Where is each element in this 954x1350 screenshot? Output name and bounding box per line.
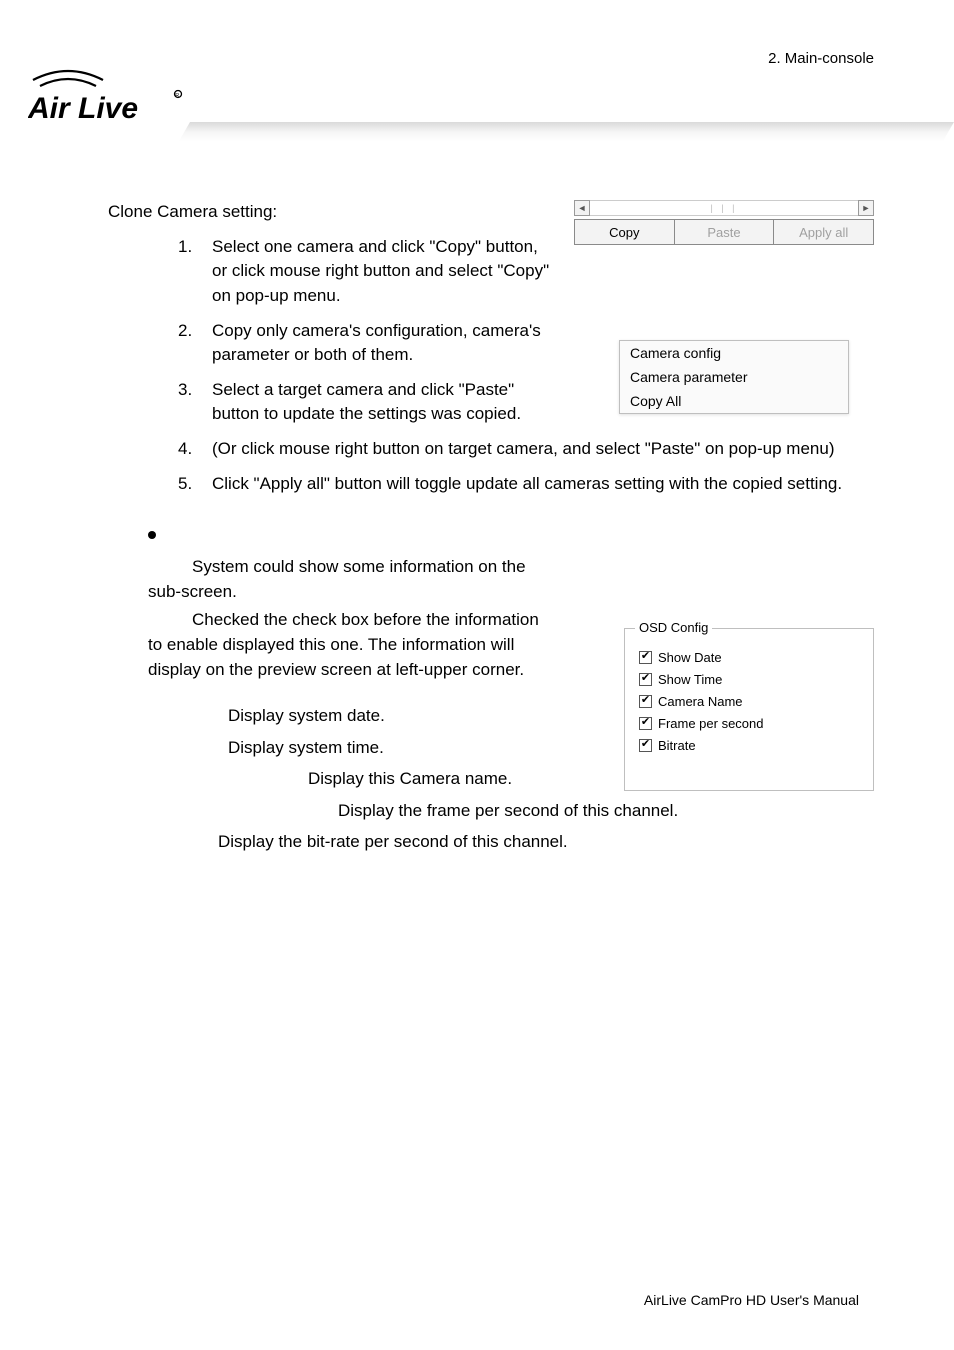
- svg-text:Air Live: Air Live: [28, 92, 138, 125]
- desc-bitrate: Display the bit-rate per second of this …: [218, 826, 854, 857]
- context-menu: Camera config Camera parameter Copy All: [619, 340, 849, 414]
- checkbox-show-time-row[interactable]: Show Time: [639, 672, 859, 687]
- osd-bullet: [148, 522, 854, 547]
- osd-text: display on the preview screen at left-up…: [148, 660, 524, 679]
- svg-text:R: R: [175, 93, 179, 99]
- logo: Air Live R: [28, 68, 188, 128]
- footer-manual-title: AirLive CamPro HD User's Manual: [644, 1292, 859, 1308]
- osd-paragraph-2: Checked the check box before the informa…: [148, 608, 618, 682]
- step-1: Select one camera and click "Copy" butto…: [212, 235, 552, 309]
- step-5: Click "Apply all" button will toggle upd…: [212, 472, 854, 497]
- copy-button[interactable]: Copy: [574, 219, 675, 245]
- breadcrumb: 2. Main-console: [768, 50, 874, 67]
- checkbox-icon[interactable]: [639, 673, 652, 686]
- osd-text: System could show some information on th…: [148, 555, 618, 580]
- checkbox-frame-per-second-row[interactable]: Frame per second: [639, 716, 859, 731]
- osd-config-title: OSD Config: [635, 620, 712, 635]
- list-number: 3.: [178, 378, 212, 427]
- list-number: 4.: [178, 437, 212, 462]
- scroll-track[interactable]: | | |: [590, 200, 858, 216]
- scroll-left-icon[interactable]: ◄: [574, 200, 590, 216]
- scroll-strip: ◄ | | | ►: [574, 200, 874, 216]
- list-number: 5.: [178, 472, 212, 497]
- list-number: 2.: [178, 319, 212, 368]
- copy-paste-toolbar: ◄ | | | ► Copy Paste Apply all: [574, 200, 874, 245]
- checkbox-icon[interactable]: [639, 717, 652, 730]
- bullet-icon: [148, 531, 156, 539]
- step-3: Select a target camera and click "Paste"…: [212, 378, 552, 427]
- apply-all-button[interactable]: Apply all: [774, 219, 874, 245]
- checkbox-bitrate-row[interactable]: Bitrate: [639, 738, 859, 753]
- osd-text: Checked the check box before the informa…: [148, 608, 618, 633]
- osd-text: to enable displayed this one. The inform…: [148, 635, 514, 654]
- paste-button[interactable]: Paste: [675, 219, 775, 245]
- menu-item-copy-all[interactable]: Copy All: [620, 389, 848, 413]
- menu-item-camera-config[interactable]: Camera config: [620, 341, 848, 365]
- checkbox-label: Show Time: [658, 672, 722, 687]
- desc-frame-per-second: Display the frame per second of this cha…: [338, 795, 854, 826]
- airlive-logo-icon: Air Live R: [28, 68, 188, 128]
- checkbox-label: Frame per second: [658, 716, 764, 731]
- checkbox-label: Show Date: [658, 650, 722, 665]
- scroll-right-icon[interactable]: ►: [858, 200, 874, 216]
- checkbox-label: Camera Name: [658, 694, 743, 709]
- menu-item-camera-parameter[interactable]: Camera parameter: [620, 365, 848, 389]
- checkbox-icon[interactable]: [639, 651, 652, 664]
- osd-paragraph-1: System could show some information on th…: [148, 555, 618, 604]
- step-4: (Or click mouse right button on target c…: [212, 437, 854, 462]
- checkbox-icon[interactable]: [639, 739, 652, 752]
- checkbox-label: Bitrate: [658, 738, 696, 753]
- checkbox-camera-name-row[interactable]: Camera Name: [639, 694, 859, 709]
- osd-text: sub-screen.: [148, 582, 237, 601]
- checkbox-show-date-row[interactable]: Show Date: [639, 650, 859, 665]
- step-2: Copy only camera's configuration, camera…: [212, 319, 552, 368]
- header-decor-bar: [178, 122, 954, 142]
- checkbox-icon[interactable]: [639, 695, 652, 708]
- page-header: 2. Main-console Air Live R: [0, 0, 954, 150]
- list-number: 1.: [178, 235, 212, 309]
- osd-config-group: OSD Config Show Date Show Time Camera Na…: [624, 628, 874, 791]
